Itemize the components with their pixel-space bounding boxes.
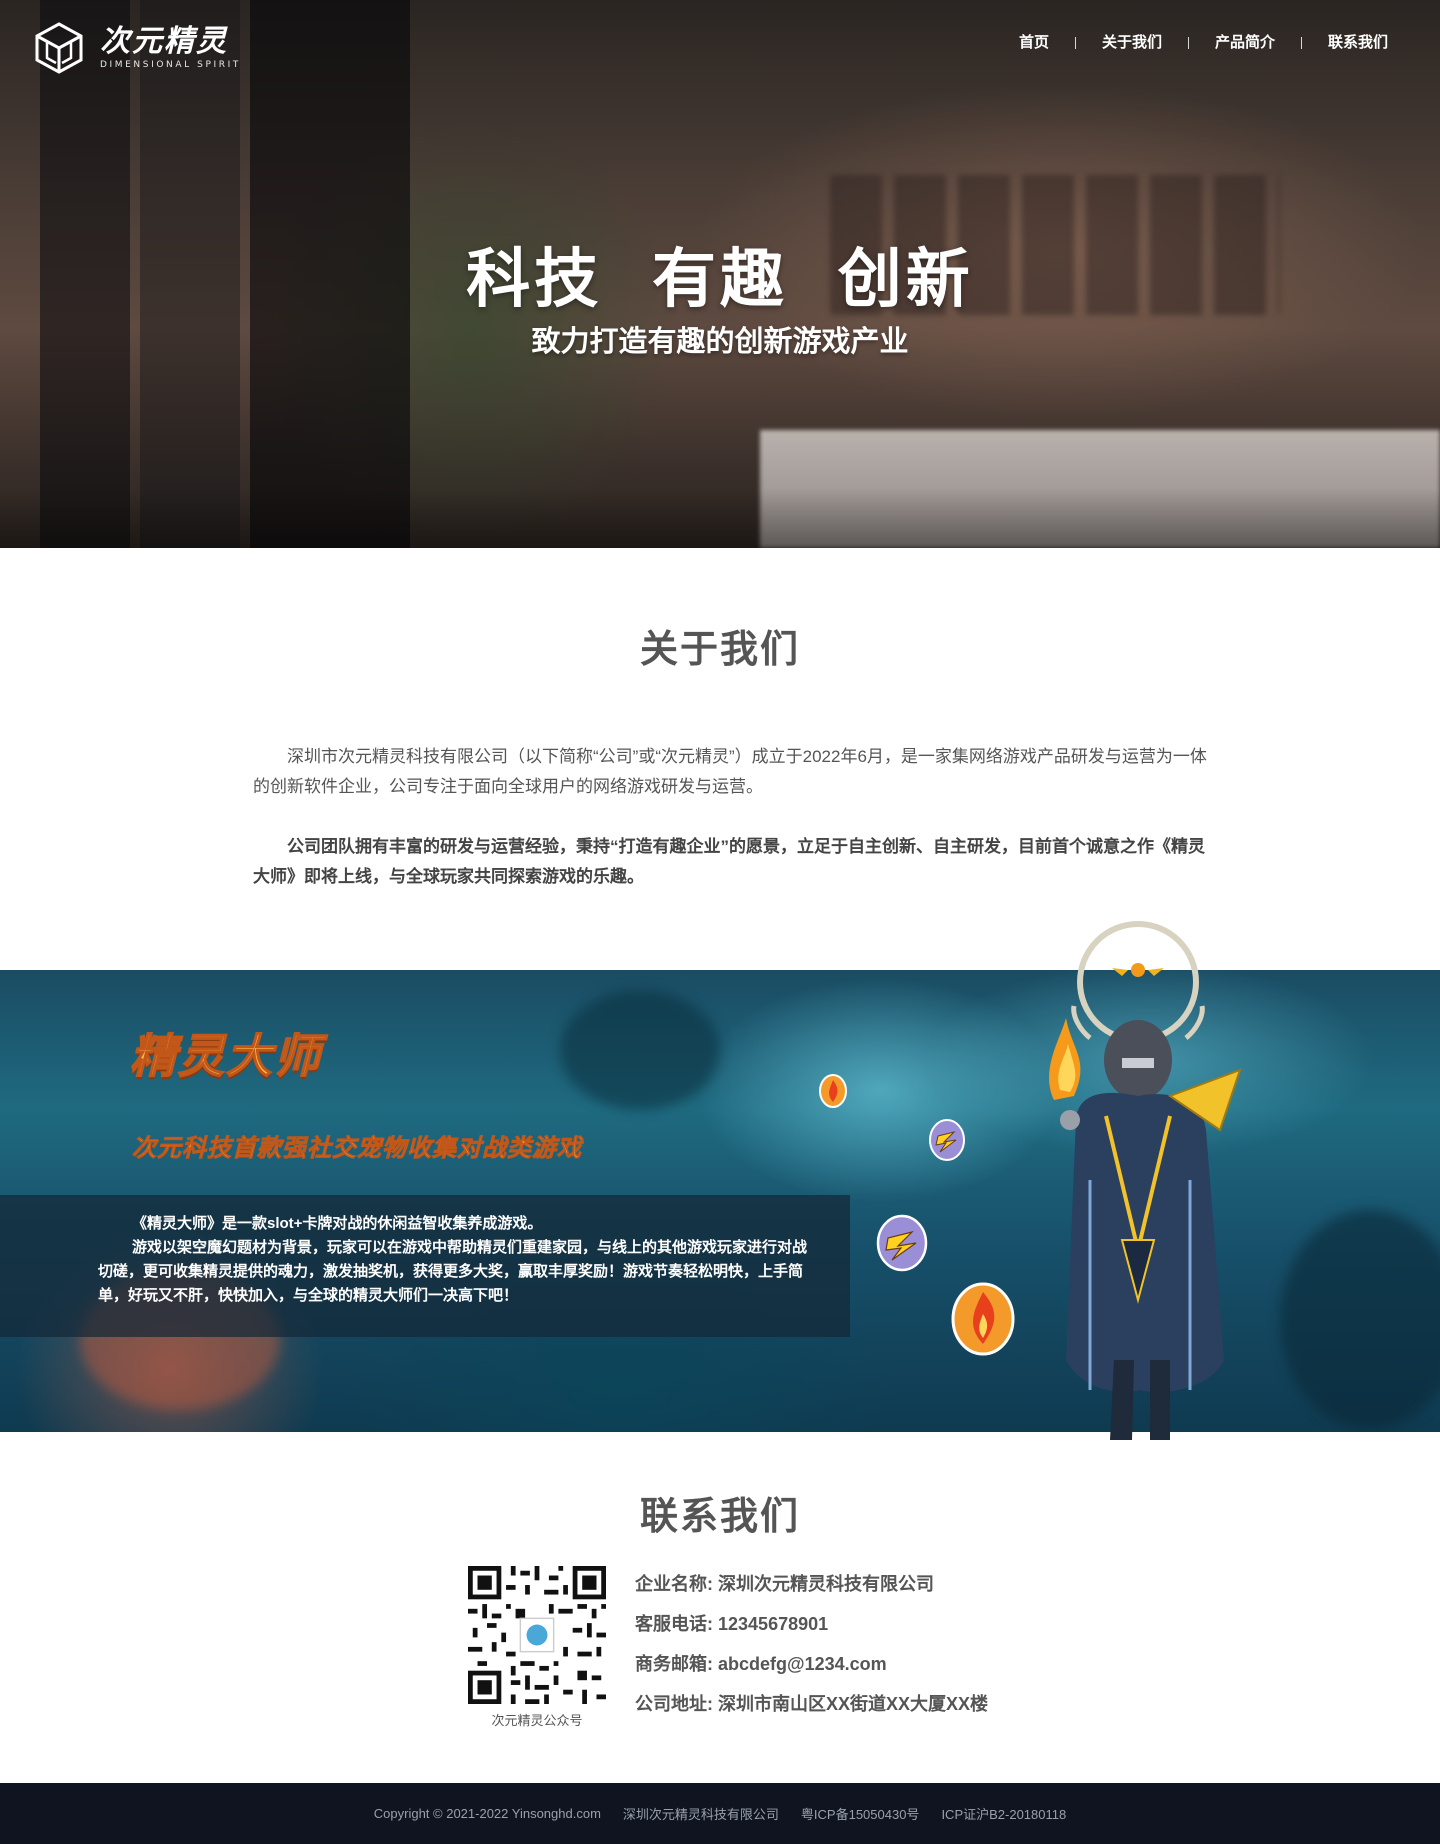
- footer-copyright: Copyright © 2021-2022 Yinsonghd.com: [373, 1806, 601, 1821]
- wechat-qr-code[interactable]: [468, 1566, 606, 1704]
- nav-about[interactable]: 关于我们: [1076, 33, 1188, 53]
- hero-title: 科技 有趣 创新: [466, 243, 974, 315]
- game-description-box: 《精灵大师》是一款slot+卡牌对战的休闲益智收集养成游戏。 游戏以架空魔幻题材…: [0, 1195, 850, 1337]
- contact-value: 深圳次元精灵科技有限公司: [718, 1574, 935, 1594]
- nav-contact[interactable]: 联系我们: [1302, 33, 1388, 53]
- contact-row-email: 商务邮箱: abcdefg@1234.com: [635, 1644, 988, 1684]
- hero-subtitle: 致力打造有趣的创新游戏产业: [531, 326, 909, 358]
- contact-value[interactable]: 12345678901: [718, 1614, 828, 1634]
- about-body: 深圳市次元精灵科技有限公司（以下简称“公司”或“次元精灵”）成立于2022年6月…: [253, 742, 1219, 892]
- logo-chinese: 次元精灵: [100, 25, 228, 58]
- footer-icp-record[interactable]: 粤ICP备15050430号: [801, 1804, 920, 1823]
- game-tagline: 次元科技首款强社交宠物收集对战类游戏: [132, 1135, 582, 1163]
- logo-text: 次元精灵 DIMENSIONAL SPIRIT: [100, 25, 241, 71]
- game-banner: 精灵大师 次元科技首款强社交宠物收集对战类游戏 《精灵大师》是一款slot+卡牌…: [0, 921, 1440, 1440]
- coral-decoration: [560, 990, 720, 1110]
- nav-products[interactable]: 产品简介: [1189, 33, 1301, 53]
- contact-row-address: 公司地址: 深圳市南山区XX街道XX大厦XX楼: [635, 1684, 988, 1724]
- contact-row-company: 企业名称: 深圳次元精灵科技有限公司: [635, 1564, 988, 1604]
- coral-decoration: [1280, 1210, 1440, 1430]
- nav-home[interactable]: 首页: [993, 33, 1075, 53]
- contact-label: 公司地址:: [635, 1694, 713, 1714]
- contact-value[interactable]: abcdefg@1234.com: [718, 1654, 887, 1674]
- footer-icp-license[interactable]: ICP证沪B2-20180118: [941, 1804, 1066, 1823]
- game-title: 精灵大师: [129, 1029, 322, 1083]
- contact-label: 企业名称:: [635, 1574, 713, 1594]
- lightning-egg-icon: [929, 1119, 965, 1161]
- hero-bg-shade: [0, 488, 1440, 548]
- hero-banner: 次元精灵 DIMENSIONAL SPIRIT 首页 关于我们 产品简介 联系我…: [0, 0, 1440, 548]
- lightning-egg-icon: [876, 1214, 928, 1272]
- main-nav: 首页 关于我们 产品简介 联系我们: [993, 33, 1388, 53]
- contact-title: 联系我们: [639, 1496, 800, 1538]
- site-footer: Copyright © 2021-2022 Yinsonghd.com 深圳次元…: [0, 1783, 1440, 1844]
- about-title: 关于我们: [639, 629, 800, 671]
- fire-egg-icon: [951, 1282, 1015, 1356]
- about-paragraph: 公司团队拥有丰富的研发与运营经验，秉持“打造有趣企业”的愿景，立足于自主创新、自…: [253, 837, 1205, 886]
- game-description: 游戏以架空魔幻题材为背景，玩家可以在游戏中帮助精灵们重建家园，与线上的其他游戏玩…: [98, 1239, 808, 1304]
- contact-info: 企业名称: 深圳次元精灵科技有限公司 客服电话: 12345678901 商务邮…: [635, 1564, 988, 1724]
- about-paragraph: 深圳市次元精灵科技有限公司（以下简称“公司”或“次元精灵”）成立于2022年6月…: [253, 747, 1207, 796]
- fire-egg-icon: [819, 1074, 847, 1108]
- qr-caption: 次元精灵公众号: [491, 1713, 583, 1728]
- game-description: 《精灵大师》是一款slot+卡牌对战的休闲益智收集养成游戏。: [132, 1215, 543, 1232]
- contact-row-phone: 客服电话: 12345678901: [635, 1604, 988, 1644]
- contact-value: 深圳市南山区XX街道XX大厦XX楼: [718, 1694, 989, 1714]
- game-character-illustration: [1049, 921, 1242, 1440]
- contact-label: 商务邮箱:: [635, 1654, 713, 1674]
- contact-label: 客服电话:: [635, 1614, 713, 1634]
- site-logo[interactable]: 次元精灵 DIMENSIONAL SPIRIT: [34, 22, 241, 74]
- logo-cube-icon: [35, 22, 83, 74]
- footer-company: 深圳次元精灵科技有限公司: [622, 1807, 779, 1822]
- logo-english: DIMENSIONAL SPIRIT: [100, 60, 241, 70]
